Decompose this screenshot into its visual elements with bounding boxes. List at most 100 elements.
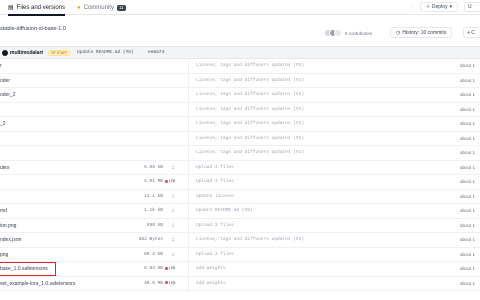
file-name[interactable]: base_1.0.safetensors	[0, 266, 48, 272]
download-icon[interactable]: ⤓	[172, 265, 174, 271]
file-name[interactable]: md	[0, 208, 7, 214]
file-commit-message[interactable]: License, tags and diffusers updates (#2)	[196, 121, 304, 126]
use-in-library-label: U	[468, 4, 472, 10]
file-row[interactable]: License, tags and diffusers updates (#2)…	[0, 146, 480, 161]
file-row[interactable]: License, tags and diffusers updates (#2)…	[0, 131, 480, 146]
tab-community-label: Community	[83, 4, 114, 11]
file-size: 80.2 kB	[144, 251, 163, 257]
file-commit-message[interactable]: License, tags and diffusers updates (#2)	[196, 63, 304, 68]
file-row[interactable]: oder_2 License, tags and diffusers update…	[0, 88, 480, 103]
file-commit-message[interactable]: License, tags and diffusers updates (#2)	[196, 92, 304, 97]
file-name[interactable]: set_example-lora_1.0.safetensors	[0, 281, 75, 287]
column-divider	[188, 189, 189, 203]
column-divider	[188, 131, 189, 145]
file-commit-message[interactable]: Upload 3 files	[196, 223, 234, 228]
file-name[interactable]: _2	[0, 121, 6, 127]
use-in-library-button[interactable]: U	[464, 2, 480, 12]
contributors-label: 5 contributors	[345, 30, 373, 36]
file-commit-message[interactable]: Upload 3 files	[196, 179, 234, 184]
file-row[interactable]: base_1.0.safetensors 6.94 GB LFS ⤓ add weigh…	[0, 262, 480, 277]
download-icon[interactable]: ⤓	[172, 280, 174, 286]
file-commit-message[interactable]: License, tags and diffusers updates (#2)	[196, 78, 304, 83]
commit-author[interactable]: multimodalart	[10, 50, 43, 56]
file-row[interactable]: License, tags and diffusers updates (#2)…	[0, 102, 480, 117]
history-button[interactable]: ◷ History: 10 commits	[390, 27, 453, 38]
tab-files-label: Files and versions	[16, 4, 66, 11]
file-commit-message[interactable]: add weights	[196, 281, 226, 286]
file-row[interactable]: r License, tags and diffusers updates (#2…	[0, 59, 480, 74]
column-divider	[188, 59, 189, 73]
file-row[interactable]: set_example-lora_1.0.safetensors 49.6 MB L…	[0, 276, 480, 291]
file-commit-message[interactable]: Update README.md (#8)	[196, 208, 253, 213]
file-row[interactable]: png 80.2 kB ⤓ Upload 3 files about 1	[0, 247, 480, 262]
file-name[interactable]: utes	[0, 165, 9, 171]
download-icon[interactable]: ⤓	[172, 207, 174, 213]
file-date: about 1	[460, 121, 476, 126]
community-icon: ●	[77, 4, 81, 11]
file-name[interactable]: png	[0, 252, 8, 258]
tab-files-and-versions[interactable]: ▤ Files and versions	[8, 0, 66, 16]
file-date: about 1	[460, 222, 476, 228]
file-list: r License, tags and diffusers updates (#2…	[0, 59, 480, 291]
avatar[interactable]	[2, 50, 8, 56]
file-row[interactable]: ion.png 590 kB ⤓ Upload 3 files about 1	[0, 218, 480, 233]
column-divider	[188, 262, 189, 276]
file-commit-message[interactable]: License, tags and diffusers updates (#2)	[196, 136, 304, 141]
add-file-button[interactable]: + C	[463, 27, 480, 38]
file-date: about 1	[460, 150, 476, 155]
file-commit-message[interactable]: License, tags and diffusers updates (#2)	[196, 237, 304, 242]
file-name[interactable]: ndex.json	[0, 237, 21, 243]
commit-hash[interactable]: ee8a74	[148, 50, 164, 55]
download-icon[interactable]: ⤓	[172, 222, 174, 228]
column-divider	[188, 204, 189, 218]
file-row[interactable]: 4.01 MB LFS ⤓ Upload 3 files about 1	[0, 175, 480, 190]
file-date: about 1	[460, 266, 476, 271]
file-row[interactable]: ndex.json 582 Bytes ⤓ License, tags and dif…	[0, 233, 480, 248]
file-commit-message[interactable]: License, tags and diffusers updates (#2)	[196, 107, 304, 112]
column-divider	[188, 218, 189, 232]
file-date: about 1	[460, 208, 476, 213]
file-size: 6.94 GB	[144, 266, 163, 271]
deploy-button[interactable]: ⚡ Deploy ▾	[420, 2, 458, 12]
file-row[interactable]: 14.1 kB ⤓ Update license about 1	[0, 189, 480, 204]
contributors[interactable]: 5 contributors	[324, 29, 372, 37]
download-icon[interactable]: ⤓	[172, 178, 174, 184]
file-commit-message[interactable]: add weights	[196, 266, 226, 271]
file-row[interactable]: oder License, tags and diffusers updates …	[0, 73, 480, 88]
file-name[interactable]: oder	[0, 78, 10, 84]
file-commit-message[interactable]: License, tags and diffusers updates (#2)	[196, 150, 304, 155]
commit-message[interactable]: Update README.md (#8)	[77, 50, 134, 55]
avatar	[334, 29, 342, 37]
contributor-avatars	[324, 29, 342, 37]
file-date: about 1	[460, 179, 476, 184]
file-name[interactable]: r	[0, 63, 2, 69]
download-icon[interactable]: ⤓	[172, 251, 174, 257]
history-label: History: 10 commits	[402, 29, 447, 36]
more-options-icon[interactable]: ⋮	[409, 4, 414, 10]
file-date: about 1	[460, 92, 476, 97]
tab-community[interactable]: ● Community 11	[77, 0, 126, 15]
column-divider	[188, 117, 189, 131]
file-size: 14.1 kB	[144, 193, 163, 199]
download-icon[interactable]: ⤓	[172, 236, 174, 242]
file-row[interactable]: utes 5.96 kB ⤓ Upload 3 files about 1	[0, 160, 480, 175]
file-row[interactable]: md 1.1k kB ⤓ Update README.md (#8) about 1	[0, 204, 480, 219]
file-name[interactable]: oder_2	[0, 92, 16, 98]
file-commit-message[interactable]: Upload 3 files	[196, 252, 234, 257]
column-divider	[188, 160, 189, 174]
lfs-dot-icon	[165, 266, 168, 270]
file-row[interactable]: _2 License, tags and diffusers updates (#…	[0, 117, 480, 132]
file-commit-message[interactable]: Update license	[196, 194, 234, 199]
file-name[interactable]: ion.png	[0, 223, 16, 229]
files-icon: ▤	[8, 5, 14, 11]
download-icon[interactable]: ⤓	[172, 193, 174, 199]
file-date: about 1	[460, 251, 476, 257]
deploy-label: Deploy	[431, 4, 448, 10]
lfs-dot-icon	[165, 281, 168, 284]
history-icon: ◷	[396, 29, 401, 36]
file-date: about 1	[460, 280, 476, 286]
file-commit-message[interactable]: Upload 3 files	[196, 165, 234, 170]
chevron-down-icon: ▾	[449, 4, 452, 10]
download-icon[interactable]: ⤓	[172, 164, 174, 170]
file-size: 4.01 MB	[144, 179, 163, 184]
